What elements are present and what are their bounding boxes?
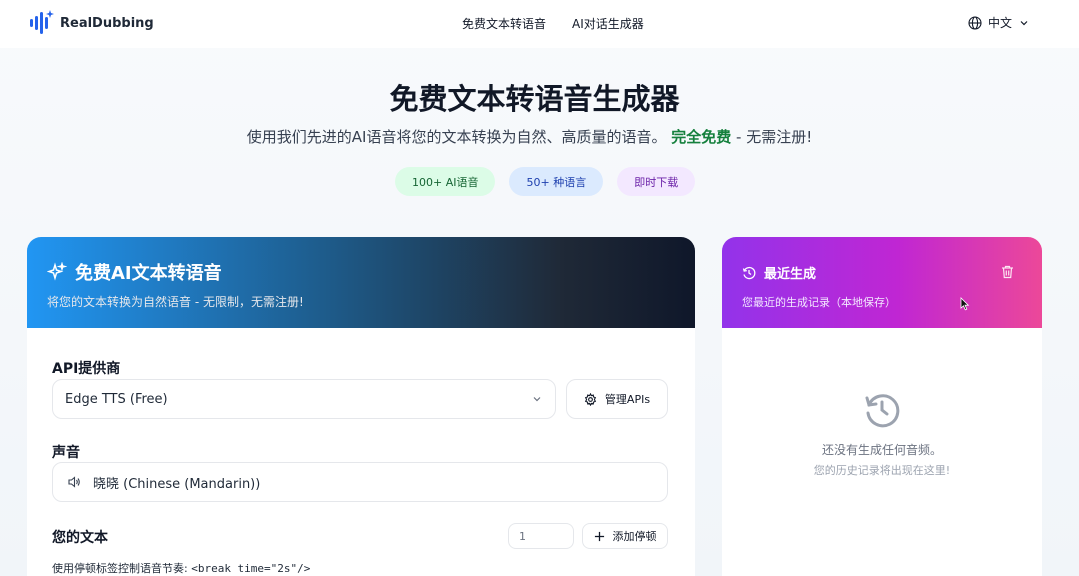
api-provider-value: Edge TTS (Free) <box>65 391 168 407</box>
language-label: 中文 <box>988 16 1013 30</box>
chevron-down-icon <box>533 397 541 402</box>
tts-card-title: 免费AI文本转语音 <box>75 263 222 284</box>
gear-icon <box>584 392 597 406</box>
recent-title: 最近生成 <box>764 267 817 282</box>
sparkles-icon <box>47 262 67 281</box>
tts-card-description: 将您的文本转换为自然语音 - 无限制，无需注册! <box>47 295 304 309</box>
feature-badges: 100+ AI语音 50+ 种语言 即时下载 <box>395 167 696 196</box>
empty-state: 还没有生成任何音频。 您的历史记录将出现在这里! <box>722 391 1042 478</box>
history-empty-icon <box>865 394 900 428</box>
globe-icon <box>968 15 982 30</box>
api-provider-label: API提供商 <box>52 361 121 377</box>
trash-icon[interactable] <box>1001 265 1014 279</box>
hero-subtitle-text: 使用我们先进的AI语音将您的文本转换为自然、高质量的语音。 <box>246 128 667 146</box>
brand-logo[interactable]: RealDubbing <box>28 10 154 36</box>
tts-card: 免费AI文本转语音 将您的文本转换为自然语音 - 无限制，无需注册! API提供… <box>27 237 695 576</box>
voice-label: 声音 <box>52 445 80 461</box>
recent-title-row: 最近生成 <box>742 263 1022 282</box>
add-pause-label: 添加停顿 <box>612 530 657 543</box>
badge-download: 即时下载 <box>617 167 696 196</box>
plus-icon <box>594 531 604 541</box>
add-pause-button[interactable]: 添加停顿 <box>582 523 668 549</box>
pause-hint: 使用停顿标签控制语音节奏: <break time="2s"/> <box>52 560 310 576</box>
soundwave-logo-icon <box>28 10 54 36</box>
hero-subtitle: 使用我们先进的AI语音将您的文本转换为自然、高质量的语音。 完全免费 - 无需注… <box>0 126 1059 147</box>
pause-hint-code: <break time="2s"/> <box>191 562 311 575</box>
language-switcher[interactable]: 中文 <box>968 14 1030 31</box>
history-icon <box>742 266 756 279</box>
nav-link-dialogue[interactable]: AI对话生成器 <box>572 15 644 32</box>
api-provider-select[interactable]: Edge TTS (Free) <box>52 379 556 419</box>
recent-description: 您最近的生成记录（本地保存） <box>742 296 896 309</box>
hero-free-highlight: 完全免费 <box>671 128 732 146</box>
your-text-label: 您的文本 <box>52 530 108 546</box>
empty-subtext: 您的历史记录将出现在这里! <box>813 464 951 477</box>
pause-duration-input[interactable]: 1 <box>508 523 574 549</box>
nav-link-tts[interactable]: 免费文本转语音 <box>462 15 546 32</box>
voice-value: 晓晓 (Chinese (Mandarin)) <box>93 476 261 492</box>
empty-message: 还没有生成任何音频。 <box>821 443 942 457</box>
badge-voices: 100+ AI语音 <box>395 167 496 196</box>
pause-hint-text: 使用停顿标签控制语音节奏: <box>52 562 192 575</box>
manage-apis-label: 管理APIs <box>604 393 651 406</box>
tts-card-header: 免费AI文本转语音 将您的文本转换为自然语音 - 无限制，无需注册! <box>27 237 695 328</box>
recent-generations-header: 最近生成 您最近的生成记录（本地保存） <box>722 237 1042 328</box>
brand-name: RealDubbing <box>60 15 154 31</box>
badge-languages: 50+ 种语言 <box>509 167 604 196</box>
mouse-pointer-icon <box>960 297 970 311</box>
hero-subtitle-suffix: - 无需注册! <box>731 128 813 146</box>
page-title: 免费文本转语音生成器 <box>389 82 680 116</box>
tts-card-title-row: 免费AI文本转语音 <box>47 259 675 285</box>
chevron-down-icon <box>1020 20 1028 25</box>
voice-select[interactable]: 晓晓 (Chinese (Mandarin)) <box>52 462 668 502</box>
speaker-icon <box>68 476 80 488</box>
manage-apis-button[interactable]: 管理APIs <box>566 379 668 419</box>
main-nav: 免费文本转语音 AI对话生成器 <box>462 15 644 32</box>
recent-generations-card: 最近生成 您最近的生成记录（本地保存） 还没有生成任何音频。 您的历史记录将出现… <box>722 237 1042 576</box>
top-navbar: RealDubbing 免费文本转语音 AI对话生成器 中文 <box>0 0 1079 48</box>
